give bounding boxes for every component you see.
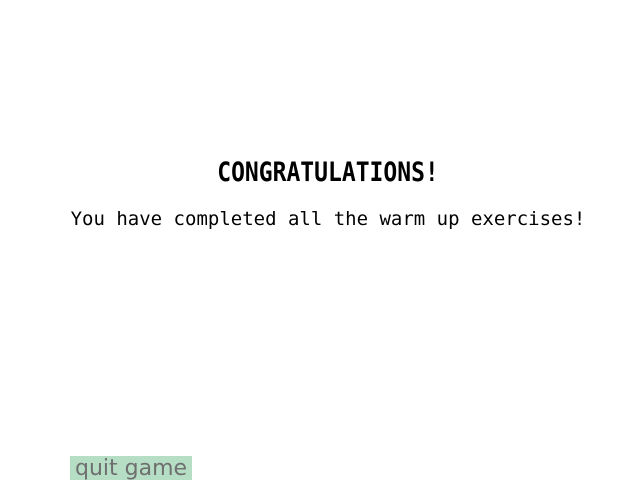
completion-screen: CONGRATULATIONS! You have completed all … — [0, 0, 640, 481]
congratulations-title: CONGRATULATIONS! — [217, 158, 439, 188]
completion-message: You have completed all the warm up exerc… — [70, 208, 586, 230]
quit-game-button[interactable]: quit game — [70, 456, 192, 481]
quit-game-label: quit game — [75, 456, 188, 481]
